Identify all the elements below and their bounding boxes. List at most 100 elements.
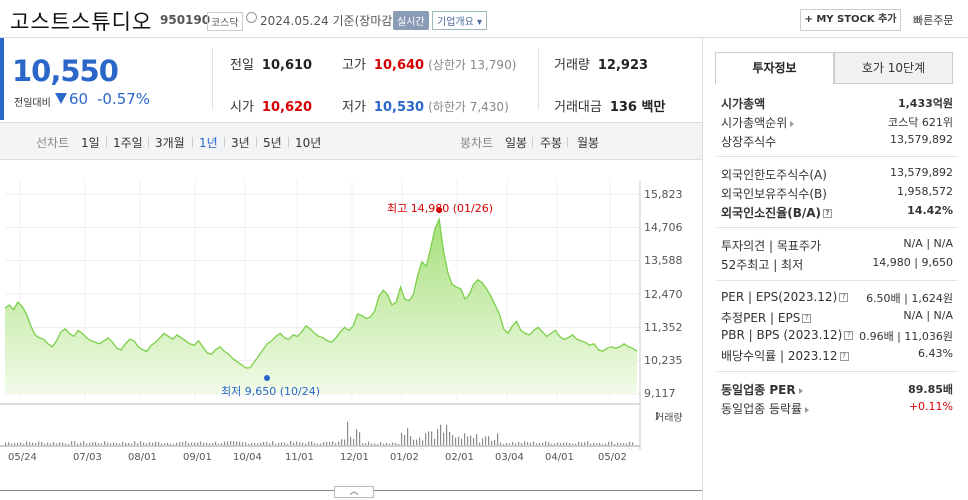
volume-bar — [17, 442, 19, 445]
volume-bar — [389, 443, 391, 445]
volume-bar — [32, 442, 34, 445]
volume-bar — [185, 441, 187, 445]
volume-bar — [50, 443, 52, 445]
candle-chart-label: 봉차트 — [460, 136, 494, 150]
volume-bar — [314, 443, 316, 445]
tab-order-book[interactable]: 호가 10단계 — [834, 52, 953, 84]
quote-date: 2024.05.24 기준(장마감) — [260, 14, 398, 28]
volume-bar — [440, 424, 442, 445]
tab-weekly[interactable]: 주봉 — [540, 134, 562, 151]
volume-bar — [596, 443, 598, 445]
arrow-right-icon — [790, 120, 795, 127]
chart-tabs: 선차트 1일 1주일 3개월 1년 3년 5년 10년 봉차트 일봉 주봉 월봉 — [0, 122, 702, 160]
info-row-foreign-limit: 외국인한도주식수(A) 13,579,892 — [721, 166, 953, 182]
help-icon[interactable]: ? — [839, 293, 849, 302]
volume-bar — [512, 442, 514, 445]
volume-bar — [110, 443, 112, 445]
volume-bar — [95, 441, 97, 445]
volume-bar — [158, 442, 160, 445]
volume-bar — [218, 443, 220, 445]
volume-bar — [629, 441, 631, 445]
volume-bar — [434, 438, 436, 445]
x-tick: 10/04 — [233, 452, 262, 463]
volume-bar — [221, 443, 223, 445]
volume-bar — [431, 431, 433, 445]
tab-1y[interactable]: 1년 — [199, 134, 218, 151]
add-mystock-button[interactable]: + MY STOCK 추가 — [800, 9, 901, 31]
volume-bar — [566, 442, 568, 445]
y-tick: 15,823 — [644, 188, 683, 201]
y-tick: 11,352 — [644, 321, 683, 334]
help-icon[interactable]: ? — [839, 352, 849, 361]
volume-bar — [143, 442, 145, 445]
realtime-button[interactable]: 실시간 — [393, 11, 429, 30]
volume-bar — [230, 441, 232, 445]
price-area — [5, 219, 637, 394]
tab-1w[interactable]: 1주일 — [113, 134, 143, 151]
volume-bar — [293, 442, 295, 445]
tab-monthly[interactable]: 월봉 — [577, 134, 599, 151]
volume-bar — [473, 437, 475, 445]
volume-bar — [203, 442, 205, 445]
info-row-market-cap-rank[interactable]: 시가총액순위 코스닥 621위 — [721, 114, 953, 132]
info-row-est-per: 추정PER | EPS? N/A | N/A — [721, 309, 953, 325]
x-tick: 09/01 — [183, 452, 212, 463]
volume-bar — [479, 442, 481, 445]
tab-10y[interactable]: 10년 — [295, 134, 321, 151]
price-chart[interactable]: 15,823 14,706 13,588 12,470 11,352 10,23… — [0, 160, 702, 490]
volume-bar — [272, 441, 274, 445]
volume-bar — [530, 442, 532, 445]
corp-info-dropdown[interactable]: 기업개요 ▾ — [432, 11, 488, 30]
volume-bar — [569, 443, 571, 445]
help-icon[interactable]: ? — [823, 209, 833, 218]
info-row-opinion: 투자의견 | 목표주가 N/A | N/A — [721, 237, 953, 253]
volume-bar — [587, 441, 589, 445]
volume-bar — [83, 441, 85, 445]
volume-bar — [527, 442, 529, 445]
volume-bar — [317, 443, 319, 445]
volume-bar — [365, 443, 367, 445]
volume-bar — [197, 442, 199, 445]
volume-bar — [488, 436, 490, 445]
volume-bar — [539, 442, 541, 445]
volume-bar — [608, 441, 610, 445]
quote-stats: 전일 10,610 고가 10,640 (상한가 13,790) 거래량 12,923 … — [212, 38, 700, 120]
info-row-industry-per[interactable]: 동일업종 PER 89.85배 — [721, 381, 953, 399]
clock-icon — [246, 12, 257, 23]
volume-bar — [632, 442, 634, 445]
volume-bar — [545, 441, 547, 445]
tab-1d[interactable]: 1일 — [81, 134, 100, 151]
tab-investment-info[interactable]: 투자정보 — [715, 52, 834, 84]
volume-bar — [557, 442, 559, 445]
x-tick: 01/02 — [390, 452, 419, 463]
volume-bar — [269, 443, 271, 445]
info-row-dividend: 배당수익률 | 2023.12? 6.43% — [721, 347, 953, 363]
collapse-chart-button[interactable]: ︿ — [334, 486, 374, 498]
y-tick: 9,117 — [644, 387, 676, 400]
tab-3m[interactable]: 3개월 — [155, 134, 185, 151]
volume-bar — [575, 443, 577, 445]
volume-bar — [179, 441, 181, 445]
volume-bar — [227, 441, 229, 445]
help-icon[interactable]: ? — [802, 314, 812, 323]
volume-bar — [296, 441, 298, 445]
volume-bar — [521, 443, 523, 445]
tab-5y[interactable]: 5년 — [263, 134, 282, 151]
tab-daily[interactable]: 일봉 — [505, 134, 527, 151]
tab-3y[interactable]: 3년 — [231, 134, 250, 151]
volume-bar — [302, 442, 304, 445]
volume-bar — [146, 443, 148, 445]
volume-bar — [260, 442, 262, 445]
volume-bar — [308, 441, 310, 445]
volume-bar — [140, 441, 142, 445]
info-row-industry-change[interactable]: 동일업종 등락률 +0.11% — [721, 400, 953, 418]
volume-bar — [419, 437, 421, 445]
volume-bar — [455, 437, 457, 445]
x-tick: 04/01 — [545, 452, 574, 463]
volume-bar — [326, 441, 328, 445]
help-icon[interactable]: ? — [844, 331, 854, 340]
volume-bar — [152, 442, 154, 445]
quick-order-link[interactable]: 빠른주문 — [913, 12, 953, 28]
volume-bar — [266, 441, 268, 445]
volume-bar — [461, 438, 463, 445]
